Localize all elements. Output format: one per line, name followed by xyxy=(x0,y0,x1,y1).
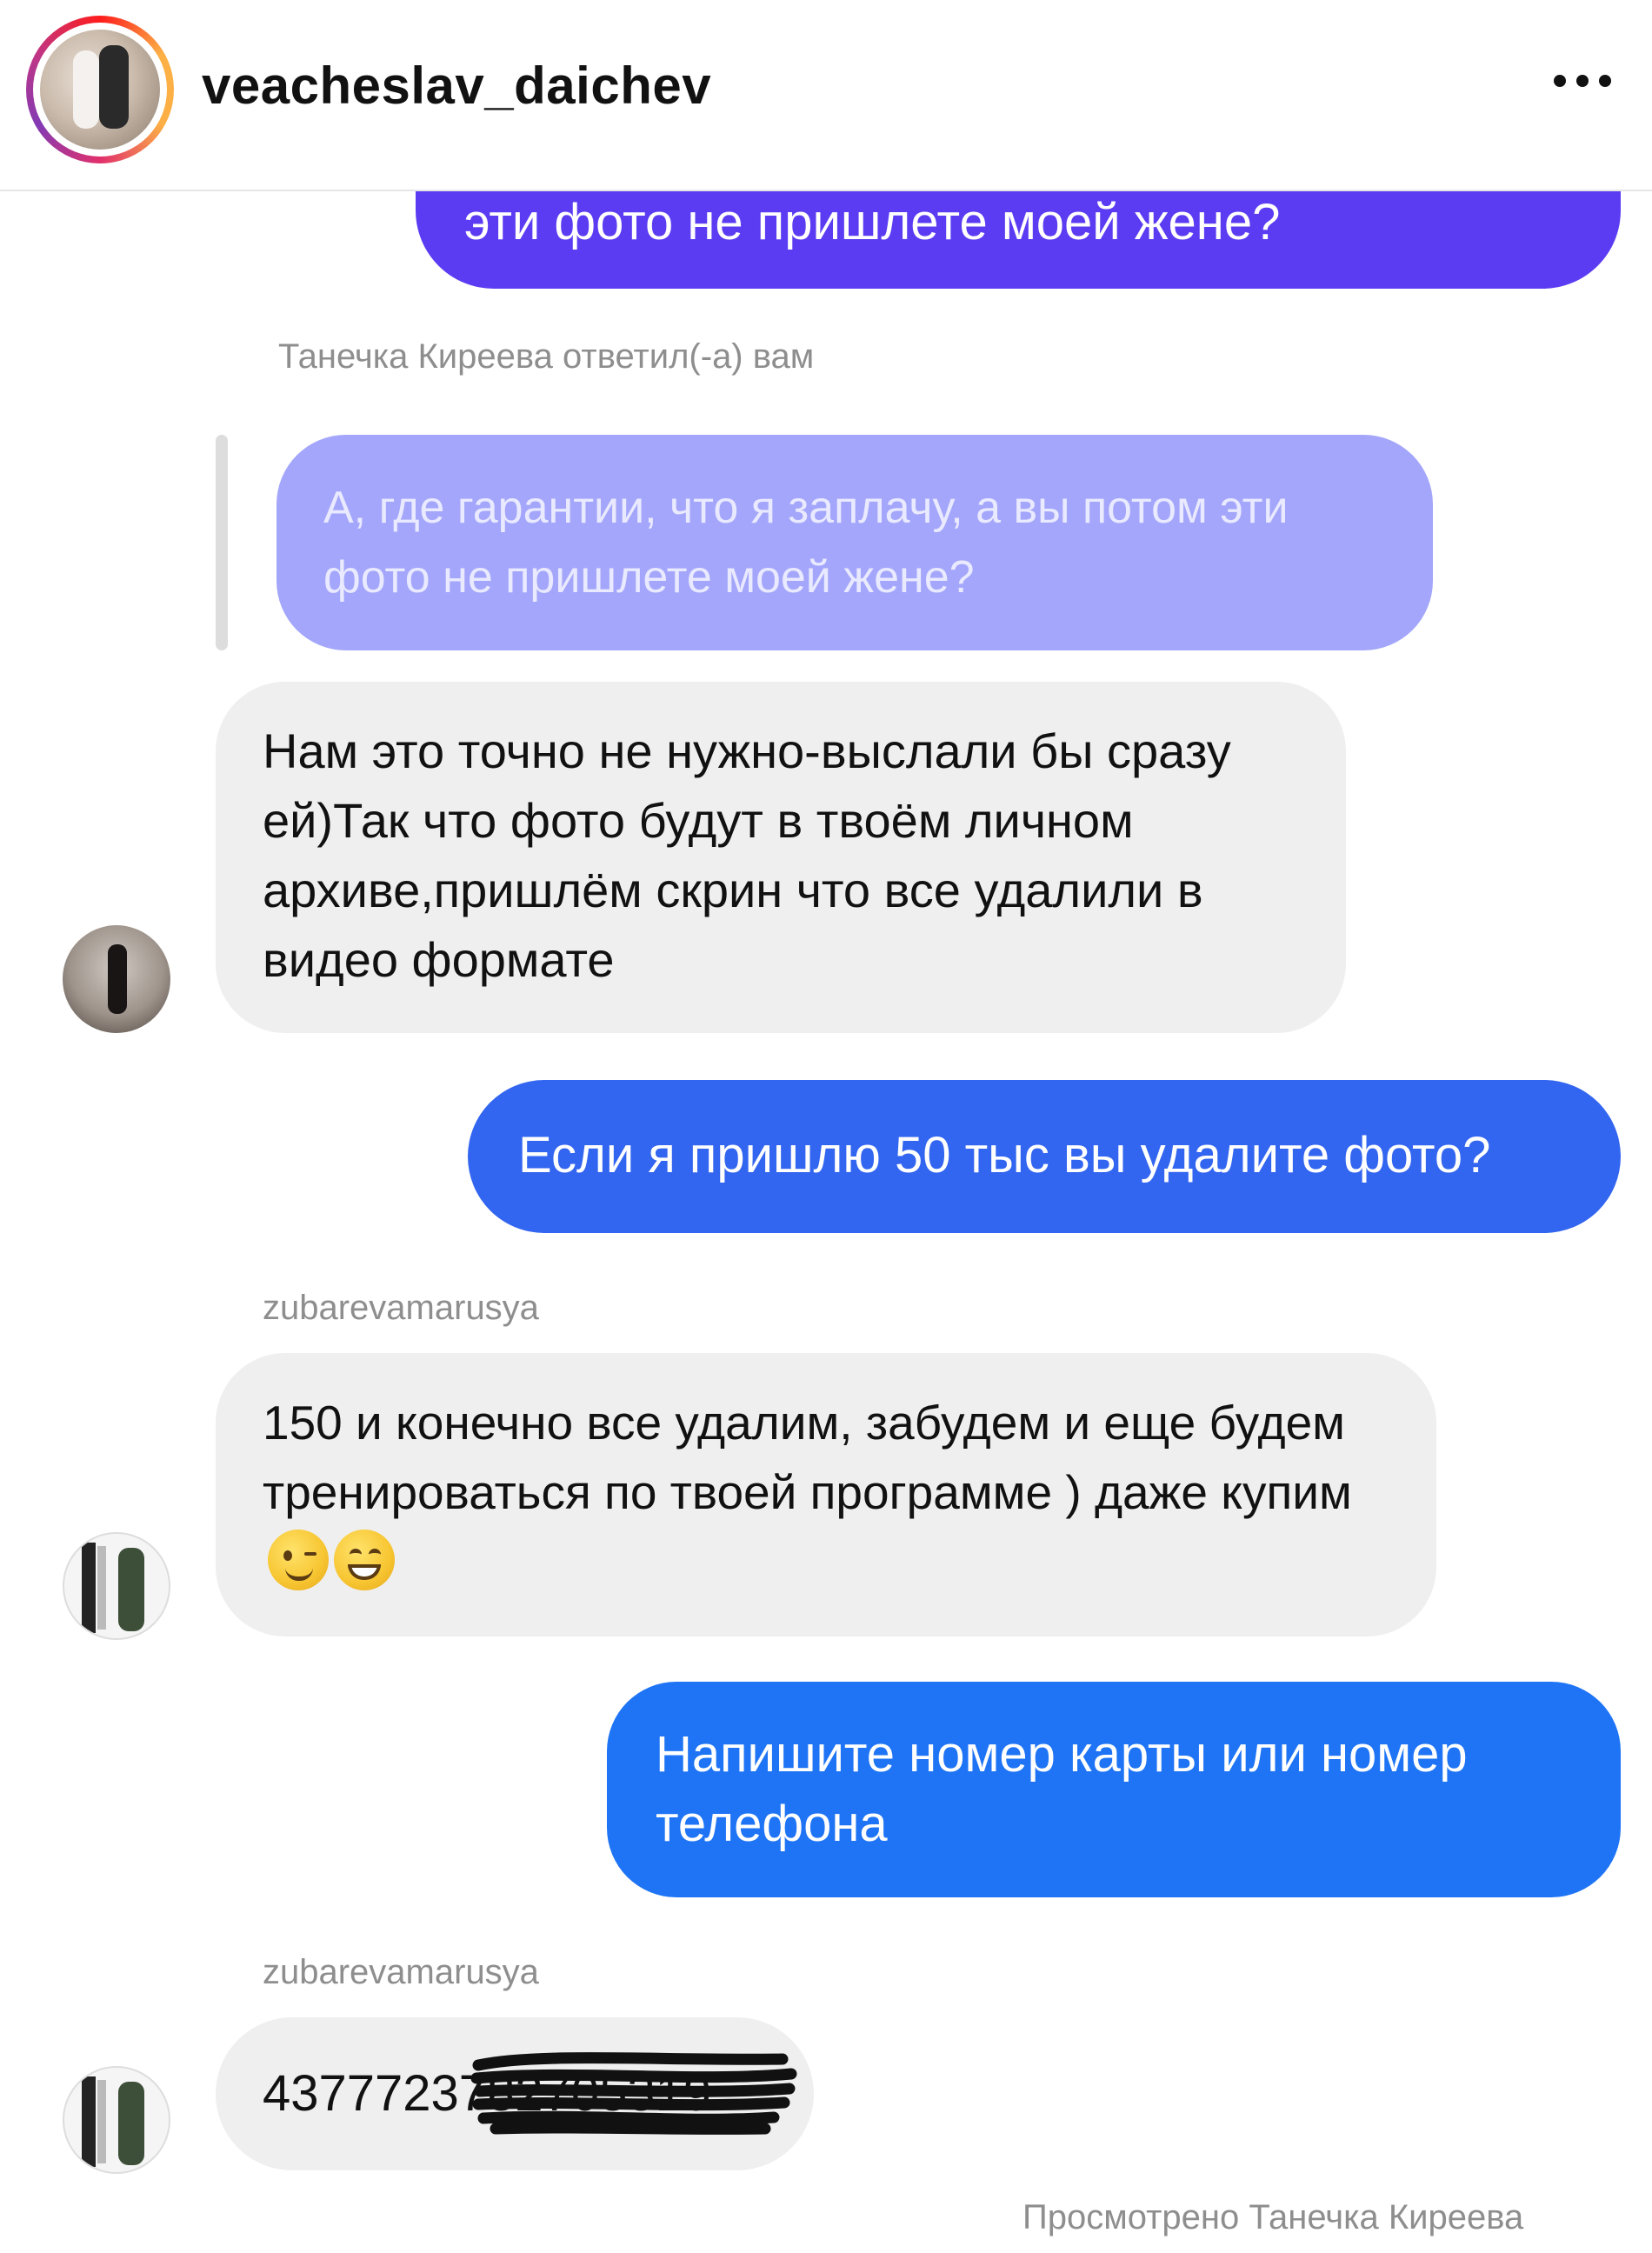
sender-avatar[interactable] xyxy=(63,925,170,1033)
message-text-content: 150 и конечно все удалим, забудем и еще … xyxy=(263,1396,1352,1519)
redaction-scribble xyxy=(470,2052,797,2135)
winking-face-icon xyxy=(268,1530,329,1590)
message-text: Если я пришлю 50 тыс вы удалите фото? xyxy=(518,1127,1491,1183)
quoted-message-bubble[interactable]: А, где гарантии, что я заплачу, а вы пот… xyxy=(276,435,1433,650)
message-text: эти фото не пришлете моей жене? xyxy=(464,194,1281,250)
received-message-bubble[interactable]: Нам это точно не нужно-выслали бы сразу … xyxy=(216,682,1346,1033)
sender-name: zubarevamarusya xyxy=(263,1953,539,1991)
sender-avatar[interactable] xyxy=(63,2066,170,2174)
chat-header: veacheslav_daichev xyxy=(0,0,1652,191)
message-text: Нам это точно не нужно-выслали бы сразу … xyxy=(263,723,1231,987)
sent-message-bubble[interactable]: Напишите номер карты или номер телефона xyxy=(607,1682,1621,1897)
seen-status: Просмотрено Танечка Киреева xyxy=(1023,2198,1524,2236)
reply-info: Танечка Киреева ответил(-а) вам xyxy=(278,337,815,376)
profile-avatar[interactable] xyxy=(26,16,174,163)
message-text: Напишите номер карты или номер телефона xyxy=(656,1726,1468,1852)
sender-name: zubarevamarusya xyxy=(263,1289,539,1327)
sent-message-bubble[interactable]: Если я пришлю 50 тыс вы удалите фото? xyxy=(468,1080,1621,1233)
quoted-text: А, где гарантии, что я заплачу, а вы пот… xyxy=(323,483,1289,603)
more-options-icon[interactable] xyxy=(1530,50,1635,111)
grinning-face-icon xyxy=(334,1530,395,1590)
chat-username[interactable]: veacheslav_daichev xyxy=(202,56,711,116)
sender-avatar[interactable] xyxy=(63,1532,170,1640)
message-text: 150 и конечно все удалим, забудем и еще … xyxy=(263,1388,1402,1596)
received-message-bubble[interactable]: 150 и конечно все удалим, забудем и еще … xyxy=(216,1353,1436,1636)
reply-indicator xyxy=(216,435,228,650)
